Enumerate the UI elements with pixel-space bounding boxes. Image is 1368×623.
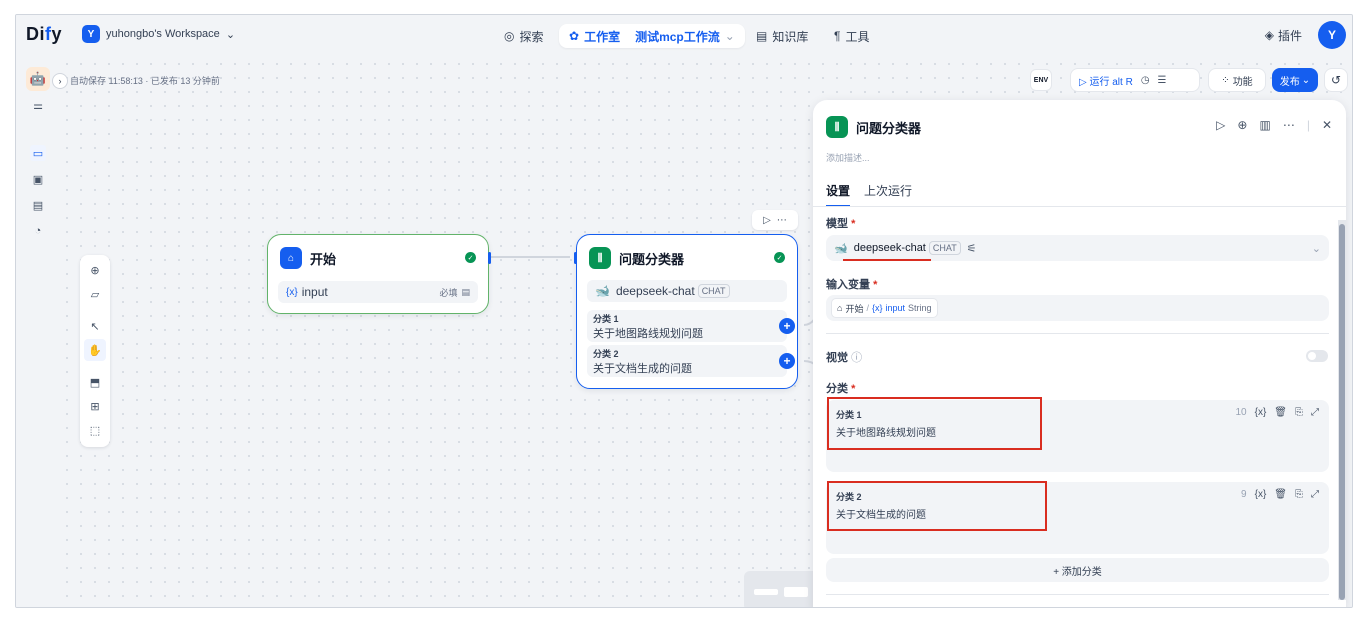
classifier-icon: ⫼ (826, 116, 848, 138)
panel-scrollbar[interactable] (1338, 220, 1346, 600)
class-item: 分类 2 关于文档生成的问题 + (587, 345, 795, 377)
close-icon[interactable]: ✕ (1322, 118, 1332, 132)
char-count: 10 (1235, 407, 1247, 418)
insert-variable-icon[interactable]: {x} (1255, 407, 1267, 418)
deepseek-icon: 🐋 (834, 242, 848, 255)
chevron-down-icon: ⌄ (1311, 242, 1321, 255)
success-check-icon: ✓ (774, 252, 785, 263)
variable-icon: {x} (286, 286, 298, 298)
start-output-handle[interactable] (488, 252, 491, 264)
start-node-title: 开始 (310, 251, 337, 267)
tab-last-run[interactable]: 上次运行 (864, 182, 912, 207)
delete-icon[interactable]: 🗑 (1274, 489, 1287, 500)
home-icon: ⌂ (280, 247, 302, 269)
classifier-icon: ⫼ (589, 247, 611, 269)
variable-icon: {x} (871, 303, 883, 313)
chevron-down-icon: ⌄ (225, 28, 236, 41)
node-settings-panel: ⫼ 问题分类器 ▷ ⊕ ▥ ⋯ | ✕ 添加描述... 设置 上次运行 模型 *… (813, 100, 1346, 607)
docs-icon[interactable]: ▥ (1259, 118, 1270, 132)
panel-tabs: 设置 上次运行 (826, 182, 912, 207)
more-icon[interactable]: ⋯ (1283, 118, 1295, 132)
input-var-label: 输入变量 * (826, 279, 878, 291)
compass-icon: ◎ (504, 29, 515, 43)
chevron-down-icon: ⌄ (724, 29, 735, 43)
app-window: Dify Y yuhongbo's Workspace ⌄ ◎ 探索 ✿ 工作室 测… (15, 14, 1353, 608)
classifier-node-title: 问题分类器 (619, 251, 685, 267)
home-icon: ⌂ (837, 303, 843, 313)
nav-knowledge[interactable]: ▤ 知识库 (756, 24, 808, 48)
add-class-button[interactable]: + 添加分类 (826, 558, 1329, 582)
copy-icon[interactable]: ⎘ (1295, 407, 1303, 418)
nav-studio[interactable]: ✿ 工作室 测试mcp工作流 ⌄ (559, 24, 745, 48)
monitoring-icon[interactable]: ◔ (30, 223, 46, 239)
app-icon[interactable]: 🤖 (26, 67, 50, 91)
workspace-avatar: Y (82, 25, 100, 43)
copy-icon[interactable]: ⎘ (1295, 489, 1303, 500)
input-var-selector[interactable]: ⌂ 开始 / {x} input String (826, 295, 1329, 321)
class-item: 分类 1 关于地图路线规划问题 + (587, 310, 795, 342)
run-node-icon[interactable]: ▷ (763, 215, 771, 226)
settings-toggle-icon[interactable]: ⚌ (30, 97, 46, 113)
user-avatar[interactable]: Y (1318, 21, 1346, 49)
expand-sidebar-button[interactable]: › (52, 73, 68, 89)
help-icon: ⓘ (851, 352, 863, 364)
input-type-icon: ▤ (461, 286, 470, 297)
more-icon[interactable]: ⋯ (777, 215, 787, 226)
workspace-name: yuhongbo's Workspace (106, 28, 220, 40)
start-variable-row[interactable]: {x} input 必填 ▤ (278, 281, 478, 303)
insert-variable-icon[interactable]: {x} (1255, 489, 1267, 500)
description-input[interactable]: 添加描述... (826, 151, 870, 164)
nav-explore[interactable]: ◎ 探索 (504, 24, 544, 48)
vision-toggle[interactable] (1306, 350, 1328, 362)
workspace-switcher[interactable]: Y yuhongbo's Workspace ⌄ (82, 25, 235, 43)
robot-icon: ✿ (569, 29, 580, 43)
add-next-node-icon[interactable]: + (779, 318, 795, 334)
panel-title[interactable]: 问题分类器 (856, 118, 921, 137)
app-sidebar: 🤖 ⚌ ▭ ▣ ▤ ◔ (16, 57, 60, 607)
vision-label: 视觉 ⓘ (826, 352, 863, 364)
current-app-name[interactable]: 测试mcp工作流 (635, 28, 720, 45)
nav-tools[interactable]: ¶ 工具 (834, 24, 869, 48)
delete-icon[interactable]: 🗑 (1274, 407, 1287, 418)
node-action-bar: ▷ ⋯ (752, 210, 798, 230)
highlight-underline (843, 259, 931, 261)
dify-logo[interactable]: Dify (26, 24, 62, 45)
model-params-icon[interactable]: ⚟ (967, 242, 977, 255)
book-icon: ▤ (756, 29, 768, 43)
classifier-model-row: 🐋 deepseek-chat CHAT (587, 280, 787, 302)
model-selector[interactable]: 🐋 deepseek-chat CHAT ⚟ ⌄ (826, 235, 1329, 261)
plugins-button[interactable]: ◈ 插件 (1265, 27, 1302, 44)
plugin-icon: ◈ (1264, 28, 1274, 42)
tools-icon: ¶ (834, 29, 841, 43)
highlight-box-class1 (827, 397, 1042, 450)
classifier-input-handle[interactable] (574, 252, 577, 264)
start-node[interactable]: ⌂ 开始 ✓ {x} input 必填 ▤ (267, 234, 491, 314)
question-classifier-node[interactable]: ⫼ 问题分类器 ✓ 🐋 deepseek-chat CHAT 分类 1 关于地图… (574, 234, 798, 389)
variable-chip[interactable]: ⌂ 开始 / {x} input String (831, 298, 938, 318)
deepseek-icon: 🐋 (595, 284, 610, 298)
expand-icon[interactable]: ⤢ (1311, 489, 1319, 500)
api-access-icon[interactable]: ▣ (30, 171, 46, 187)
highlight-box-class2 (827, 481, 1047, 531)
char-count: 9 (1241, 489, 1247, 500)
workflow-orchestrate-icon[interactable]: ▭ (30, 145, 46, 161)
expand-icon[interactable]: ⤢ (1311, 407, 1319, 418)
logs-icon[interactable]: ▤ (30, 197, 46, 213)
model-label: 模型 * (826, 218, 856, 230)
classes-label: 分类 * (826, 383, 856, 395)
top-bar: Dify Y yuhongbo's Workspace ⌄ ◎ 探索 ✿ 工作室 测… (16, 15, 1352, 57)
tab-settings[interactable]: 设置 (826, 182, 851, 207)
run-node-icon[interactable]: ▷ (1216, 118, 1225, 132)
success-check-icon: ✓ (465, 252, 476, 263)
help-target-icon[interactable]: ⊕ (1237, 118, 1247, 132)
add-next-node-icon[interactable]: + (779, 353, 795, 369)
